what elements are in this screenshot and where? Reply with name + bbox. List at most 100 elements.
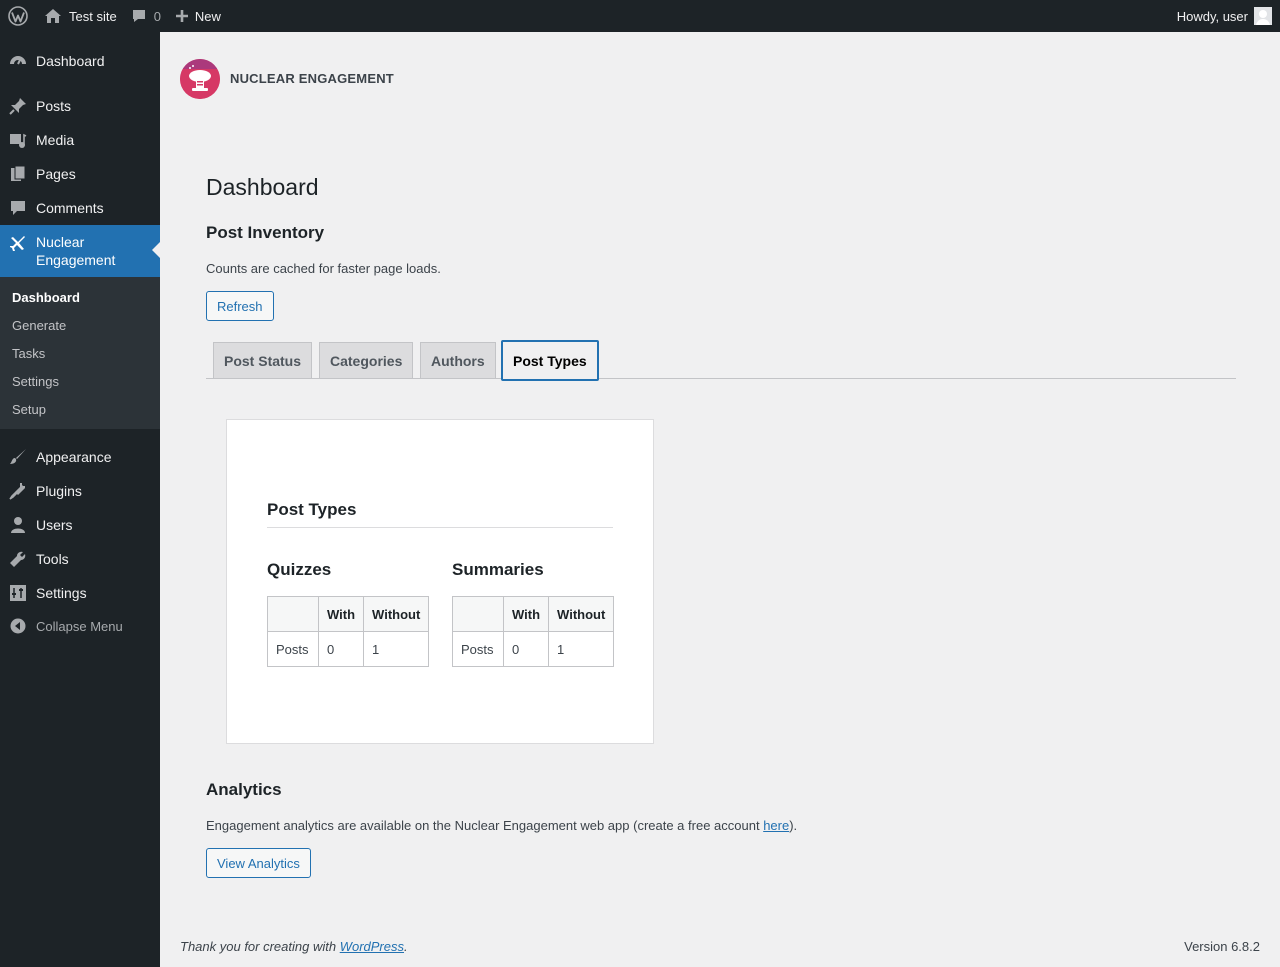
menu-settings[interactable]: Settings [0, 582, 160, 604]
tab-categories[interactable]: Categories [319, 342, 414, 379]
tab-post-status[interactable]: Post Status [213, 342, 313, 379]
analytics-text-end: ). [789, 818, 798, 833]
plugin-logo-icon [180, 59, 220, 99]
menu-media[interactable]: Media [0, 129, 160, 151]
footer-thanks: Thank you for creating with WordPress. [180, 939, 408, 954]
column-header [452, 596, 504, 632]
plane-icon [0, 225, 36, 253]
menu-users[interactable]: Users [0, 514, 160, 536]
plugin-submenu: Dashboard Generate Tasks Settings Setup [0, 277, 160, 429]
menu-label: Nuclear Engagement [36, 234, 116, 268]
post-types-card: Post Types Quizzes With Without Posts 0 … [226, 419, 654, 744]
sliders-icon [0, 584, 36, 602]
table-header-row: With Without [267, 596, 430, 632]
comments-count: 0 [153, 8, 161, 24]
submenu-settings[interactable]: Settings [12, 374, 59, 389]
wordpress-link[interactable]: WordPress [340, 939, 404, 954]
wordpress-logo-menu[interactable] [0, 0, 36, 32]
menu-label: Media [36, 132, 75, 148]
column-header: With [317, 596, 365, 632]
menu-label: Appearance [36, 449, 112, 465]
menu-label: Tools [36, 551, 69, 567]
menu-label: Dashboard [36, 53, 105, 69]
plus-icon [175, 9, 189, 23]
without-count: 1 [363, 631, 430, 667]
menu-posts[interactable]: Posts [0, 95, 160, 117]
plugin-name: NUCLEAR ENGAGEMENT [230, 71, 394, 86]
refresh-button[interactable]: Refresh [206, 291, 274, 321]
table-row: Posts 0 1 [452, 631, 615, 667]
home-icon [44, 7, 62, 25]
menu-label: Users [36, 517, 73, 533]
menu-pages[interactable]: Pages [0, 163, 160, 185]
analytics-description: Engagement analytics are available on th… [206, 818, 797, 833]
page-title: Dashboard [206, 174, 319, 200]
without-count: 1 [548, 631, 615, 667]
brush-icon [0, 448, 36, 466]
column-header [267, 596, 319, 632]
admin-bar: Test site 0 New Howdy, user [0, 0, 1280, 32]
analytics-heading: Analytics [206, 780, 282, 799]
menu-label: Comments [36, 200, 104, 216]
menu-tools[interactable]: Tools [0, 548, 160, 570]
column-header: Without [548, 596, 615, 632]
card-divider [267, 527, 613, 528]
with-count: 0 [502, 631, 550, 667]
admin-sidebar: Dashboard Posts Media Pages Comments Nuc… [0, 32, 160, 967]
wrench-icon [0, 550, 36, 568]
collapse-arrow-icon [0, 618, 36, 634]
comments-link[interactable]: 0 [124, 0, 168, 32]
post-inventory-heading: Post Inventory [206, 223, 325, 242]
cache-note: Counts are cached for faster page loads. [206, 261, 441, 276]
site-name-link[interactable]: Test site [36, 0, 124, 32]
submenu-dashboard[interactable]: Dashboard [12, 290, 80, 305]
dashboard-icon [0, 52, 36, 70]
row-label: Posts [452, 631, 504, 667]
menu-dashboard[interactable]: Dashboard [0, 50, 160, 72]
row-label: Posts [267, 631, 319, 667]
pages-icon [0, 165, 36, 183]
user-greeting: Howdy, user [1176, 8, 1248, 24]
menu-label: Settings [36, 585, 87, 601]
comment-icon [0, 199, 36, 217]
pin-icon [0, 97, 36, 115]
wordpress-logo-icon [8, 6, 28, 26]
card-title: Post Types [267, 500, 357, 519]
submenu-generate[interactable]: Generate [12, 318, 66, 333]
my-account-link[interactable]: Howdy, user [1177, 0, 1280, 32]
analytics-text: Engagement analytics are available on th… [206, 818, 764, 833]
menu-comments[interactable]: Comments [0, 197, 160, 219]
new-content-link[interactable]: New [168, 0, 228, 32]
menu-plugins[interactable]: Plugins [0, 480, 160, 502]
new-label: New [194, 8, 221, 24]
submenu-setup[interactable]: Setup [12, 402, 46, 417]
view-analytics-button[interactable]: View Analytics [206, 848, 311, 878]
tab-authors[interactable]: Authors [420, 342, 496, 379]
submenu-tasks[interactable]: Tasks [12, 346, 45, 361]
summaries-heading: Summaries [452, 560, 544, 579]
comment-bubble-icon [131, 8, 147, 24]
footer-thanks-text: Thank you for creating with [180, 939, 340, 954]
menu-label: Posts [36, 98, 72, 114]
media-icon [0, 131, 36, 149]
summaries-table: With Without Posts 0 1 [452, 596, 615, 667]
menu-appearance[interactable]: Appearance [0, 446, 160, 468]
footer-version: Version 6.8.2 [1184, 939, 1260, 954]
column-header: Without [363, 596, 430, 632]
site-name: Test site [69, 8, 117, 24]
quizzes-heading: Quizzes [267, 560, 332, 579]
create-account-link[interactable]: here [763, 818, 789, 833]
table-row: Posts 0 1 [267, 631, 430, 667]
column-header: With [502, 596, 550, 632]
user-icon [0, 516, 36, 534]
footer-thanks-end: . [404, 939, 408, 954]
with-count: 0 [317, 631, 365, 667]
table-header-row: With Without [452, 596, 615, 632]
tab-post-types[interactable]: Post Types [501, 340, 599, 381]
collapse-label: Collapse Menu [36, 618, 123, 634]
plug-icon [0, 482, 36, 500]
quizzes-table: With Without Posts 0 1 [267, 596, 430, 667]
menu-nuclear-engagement[interactable]: Nuclear Engagement [0, 225, 160, 277]
collapse-menu-button[interactable]: Collapse Menu [0, 616, 160, 636]
avatar [1254, 7, 1272, 25]
